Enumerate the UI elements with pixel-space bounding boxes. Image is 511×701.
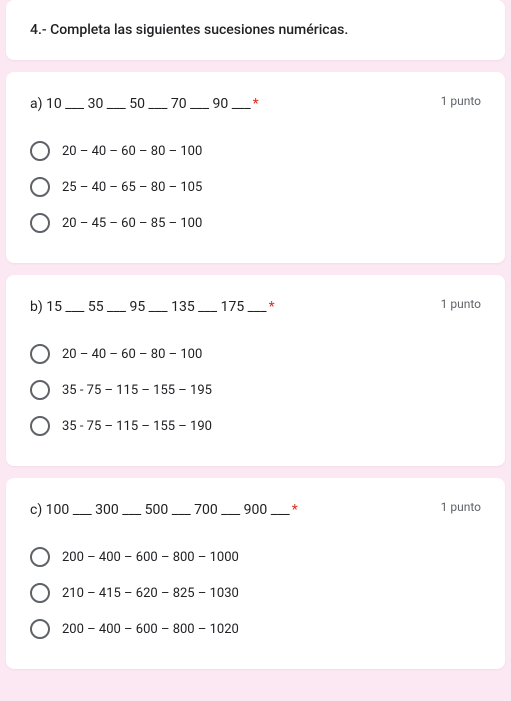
option-label: 20 – 40 – 60 – 80 – 100 bbox=[62, 144, 202, 159]
question-prompt: c) 100 ___ 300 ___ 500 ___ 700 ___ 900 _… bbox=[30, 502, 290, 518]
points-label: 1 punto bbox=[441, 297, 481, 311]
required-asterisk: * bbox=[292, 502, 298, 518]
radio-option[interactable]: 200 – 400 – 600 – 800 – 1000 bbox=[30, 539, 481, 575]
radio-icon bbox=[30, 547, 50, 567]
question-card-b: b) 15 ___ 55 ___ 95 ___ 135 ___ 175 ___*… bbox=[6, 275, 505, 466]
question-header: b) 15 ___ 55 ___ 95 ___ 135 ___ 175 ___*… bbox=[30, 297, 481, 318]
radio-option[interactable]: 20 – 45 – 60 – 85 – 100 bbox=[30, 205, 481, 241]
points-label: 1 punto bbox=[441, 94, 481, 108]
form-wrap: 4.- Completa las siguientes sucesiones n… bbox=[0, 0, 511, 701]
required-asterisk: * bbox=[269, 299, 275, 315]
radio-option[interactable]: 20 – 40 – 60 – 80 – 100 bbox=[30, 133, 481, 169]
required-asterisk: * bbox=[253, 96, 259, 112]
radio-icon bbox=[30, 380, 50, 400]
radio-option[interactable]: 200 – 400 – 600 – 800 – 1020 bbox=[30, 611, 481, 647]
radio-option[interactable]: 35 - 75 – 115 – 155 – 195 bbox=[30, 372, 481, 408]
radio-icon bbox=[30, 344, 50, 364]
radio-option[interactable]: 25 – 40 – 65 – 80 – 105 bbox=[30, 169, 481, 205]
radio-icon bbox=[30, 213, 50, 233]
radio-icon bbox=[30, 619, 50, 639]
radio-icon bbox=[30, 177, 50, 197]
question-prompt: a) 10 ___ 30 ___ 50 ___ 70 ___ 90 ___ bbox=[30, 96, 251, 112]
radio-option[interactable]: 20 – 40 – 60 – 80 – 100 bbox=[30, 336, 481, 372]
radio-icon bbox=[30, 141, 50, 161]
option-label: 20 – 40 – 60 – 80 – 100 bbox=[62, 347, 202, 362]
question-header: c) 100 ___ 300 ___ 500 ___ 700 ___ 900 _… bbox=[30, 500, 481, 521]
option-label: 20 – 45 – 60 – 85 – 100 bbox=[62, 216, 202, 231]
question-text: c) 100 ___ 300 ___ 500 ___ 700 ___ 900 _… bbox=[30, 500, 318, 521]
question-text: b) 15 ___ 55 ___ 95 ___ 135 ___ 175 ___* bbox=[30, 297, 295, 318]
radio-option[interactable]: 210 – 415 – 620 – 825 – 1030 bbox=[30, 575, 481, 611]
option-label: 35 - 75 – 115 – 155 – 190 bbox=[62, 419, 212, 434]
option-label: 200 – 400 – 600 – 800 – 1000 bbox=[62, 550, 239, 565]
section-header-card: 4.- Completa las siguientes sucesiones n… bbox=[6, 0, 505, 60]
question-text: a) 10 ___ 30 ___ 50 ___ 70 ___ 90 ___* bbox=[30, 94, 279, 115]
radio-icon bbox=[30, 583, 50, 603]
option-label: 200 – 400 – 600 – 800 – 1020 bbox=[62, 622, 239, 637]
section-title: 4.- Completa las siguientes sucesiones n… bbox=[30, 22, 481, 38]
points-label: 1 punto bbox=[441, 500, 481, 514]
question-card-a: a) 10 ___ 30 ___ 50 ___ 70 ___ 90 ___* 1… bbox=[6, 72, 505, 263]
option-label: 210 – 415 – 620 – 825 – 1030 bbox=[62, 586, 239, 601]
option-label: 35 - 75 – 115 – 155 – 195 bbox=[62, 383, 212, 398]
radio-option[interactable]: 35 - 75 – 115 – 155 – 190 bbox=[30, 408, 481, 444]
option-label: 25 – 40 – 65 – 80 – 105 bbox=[62, 180, 202, 195]
question-header: a) 10 ___ 30 ___ 50 ___ 70 ___ 90 ___* 1… bbox=[30, 94, 481, 115]
question-card-c: c) 100 ___ 300 ___ 500 ___ 700 ___ 900 _… bbox=[6, 478, 505, 669]
radio-icon bbox=[30, 416, 50, 436]
question-prompt: b) 15 ___ 55 ___ 95 ___ 135 ___ 175 ___ bbox=[30, 299, 267, 315]
